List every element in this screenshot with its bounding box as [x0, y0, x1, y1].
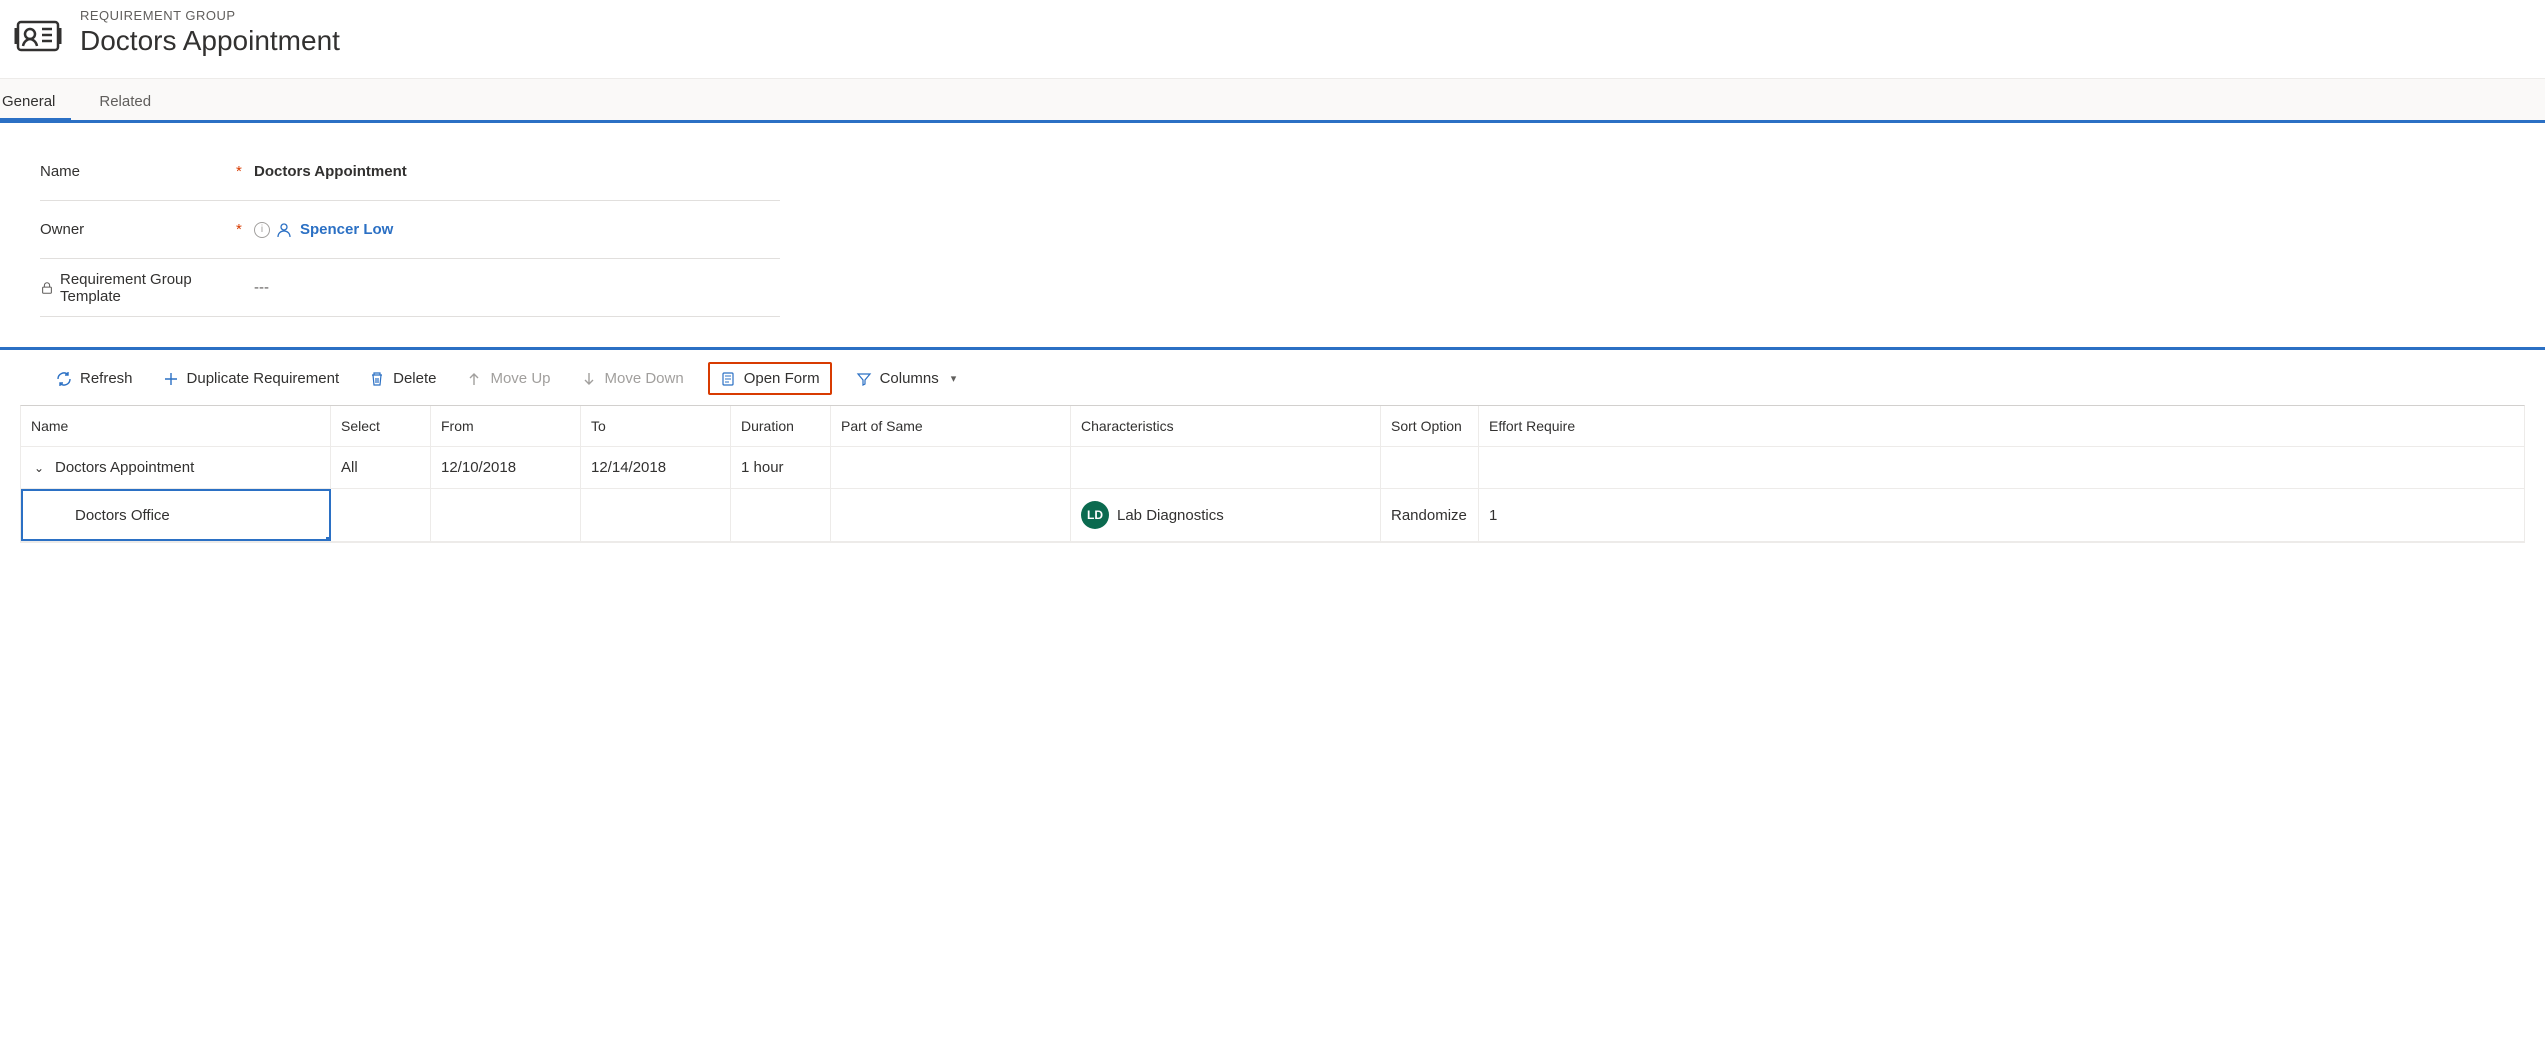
- cell-name[interactable]: ⌄ Doctors Appointment: [21, 447, 331, 488]
- required-asterisk: *: [236, 163, 254, 180]
- cell-part-of-same[interactable]: [831, 489, 1071, 541]
- field-value-name[interactable]: Doctors Appointment: [254, 163, 407, 180]
- refresh-button[interactable]: Refresh: [50, 366, 139, 391]
- col-header-part-of-same[interactable]: Part of Same: [831, 406, 1071, 446]
- arrow-up-icon: [466, 371, 482, 387]
- lock-icon: [40, 281, 54, 295]
- refresh-icon: [56, 371, 72, 387]
- field-label-name: Name: [40, 163, 236, 180]
- field-row-template: Requirement Group Template ---: [40, 259, 780, 317]
- requirements-grid-section: Refresh Duplicate Requirement Delete Mov…: [0, 347, 2545, 543]
- cell-to[interactable]: [581, 489, 731, 541]
- cell-characteristics[interactable]: LD Lab Diagnostics: [1071, 489, 1381, 541]
- field-row-owner[interactable]: Owner * i Spencer Low: [40, 201, 780, 259]
- col-header-select[interactable]: Select: [331, 406, 431, 446]
- cell-select[interactable]: All: [331, 447, 431, 488]
- col-header-effort-required[interactable]: Effort Require: [1479, 406, 2524, 446]
- field-label-template: Requirement Group Template: [40, 271, 236, 305]
- avatar: LD: [1081, 501, 1109, 529]
- grid-toolbar: Refresh Duplicate Requirement Delete Mov…: [0, 350, 2545, 405]
- cell-duration[interactable]: 1 hour: [731, 447, 831, 488]
- cell-sort-option[interactable]: [1381, 447, 1479, 488]
- field-value-owner[interactable]: Spencer Low: [276, 221, 393, 238]
- tab-bar: General Related: [0, 78, 2545, 120]
- col-header-sort-option[interactable]: Sort Option: [1381, 406, 1479, 446]
- cell-sort-option[interactable]: Randomize: [1381, 489, 1479, 541]
- move-down-button: Move Down: [575, 366, 690, 391]
- cell-characteristics[interactable]: [1071, 447, 1381, 488]
- person-icon: [276, 222, 292, 238]
- tab-related[interactable]: Related: [99, 79, 167, 120]
- cell-duration[interactable]: [731, 489, 831, 541]
- field-label-owner: Owner: [40, 221, 236, 238]
- duplicate-requirement-button[interactable]: Duplicate Requirement: [157, 366, 346, 391]
- col-header-to[interactable]: To: [581, 406, 731, 446]
- row-name-text: Doctors Appointment: [55, 459, 194, 476]
- chevron-down-icon[interactable]: ⌄: [31, 461, 47, 475]
- form-icon: [720, 371, 736, 387]
- requirements-grid: Name Select From To Duration Part of Sam…: [20, 405, 2525, 543]
- required-asterisk: *: [236, 221, 254, 238]
- info-icon[interactable]: i: [254, 222, 270, 238]
- tab-general[interactable]: General: [0, 79, 71, 120]
- plus-icon: [163, 371, 179, 387]
- trash-icon: [369, 371, 385, 387]
- cell-to[interactable]: 12/14/2018: [581, 447, 731, 488]
- move-up-button: Move Up: [460, 366, 556, 391]
- arrow-down-icon: [581, 371, 597, 387]
- cell-effort-required[interactable]: [1479, 447, 2524, 488]
- characteristics-text: Lab Diagnostics: [1117, 507, 1224, 524]
- entity-icon: [14, 12, 62, 60]
- cell-select[interactable]: [331, 489, 431, 541]
- page-header: REQUIREMENT GROUP Doctors Appointment: [0, 0, 2545, 78]
- columns-button[interactable]: Columns ▾: [850, 366, 963, 391]
- grid-row[interactable]: Doctors Office LD Lab Diagnostics Random…: [21, 489, 2524, 542]
- col-header-characteristics[interactable]: Characteristics: [1071, 406, 1381, 446]
- field-value-template: ---: [254, 279, 269, 296]
- page-title: Doctors Appointment: [80, 25, 340, 57]
- entity-type-label: REQUIREMENT GROUP: [80, 8, 340, 23]
- form-section-general: Name * Doctors Appointment Owner * i Spe…: [0, 120, 2545, 347]
- filter-icon: [856, 371, 872, 387]
- grid-row[interactable]: ⌄ Doctors Appointment All 12/10/2018 12/…: [21, 447, 2524, 489]
- cell-effort-required[interactable]: 1: [1479, 489, 2524, 541]
- cell-from[interactable]: 12/10/2018: [431, 447, 581, 488]
- delete-button[interactable]: Delete: [363, 366, 442, 391]
- grid-header-row: Name Select From To Duration Part of Sam…: [21, 406, 2524, 447]
- open-form-button[interactable]: Open Form: [708, 362, 832, 395]
- row-name-text: Doctors Office: [31, 507, 170, 524]
- cell-name[interactable]: Doctors Office: [21, 489, 331, 541]
- col-header-from[interactable]: From: [431, 406, 581, 446]
- cell-from[interactable]: [431, 489, 581, 541]
- col-header-name[interactable]: Name: [21, 406, 331, 446]
- owner-link-text[interactable]: Spencer Low: [300, 221, 393, 238]
- field-row-name[interactable]: Name * Doctors Appointment: [40, 143, 780, 201]
- chevron-down-icon: ▾: [951, 372, 957, 385]
- col-header-duration[interactable]: Duration: [731, 406, 831, 446]
- cell-part-of-same[interactable]: [831, 447, 1071, 488]
